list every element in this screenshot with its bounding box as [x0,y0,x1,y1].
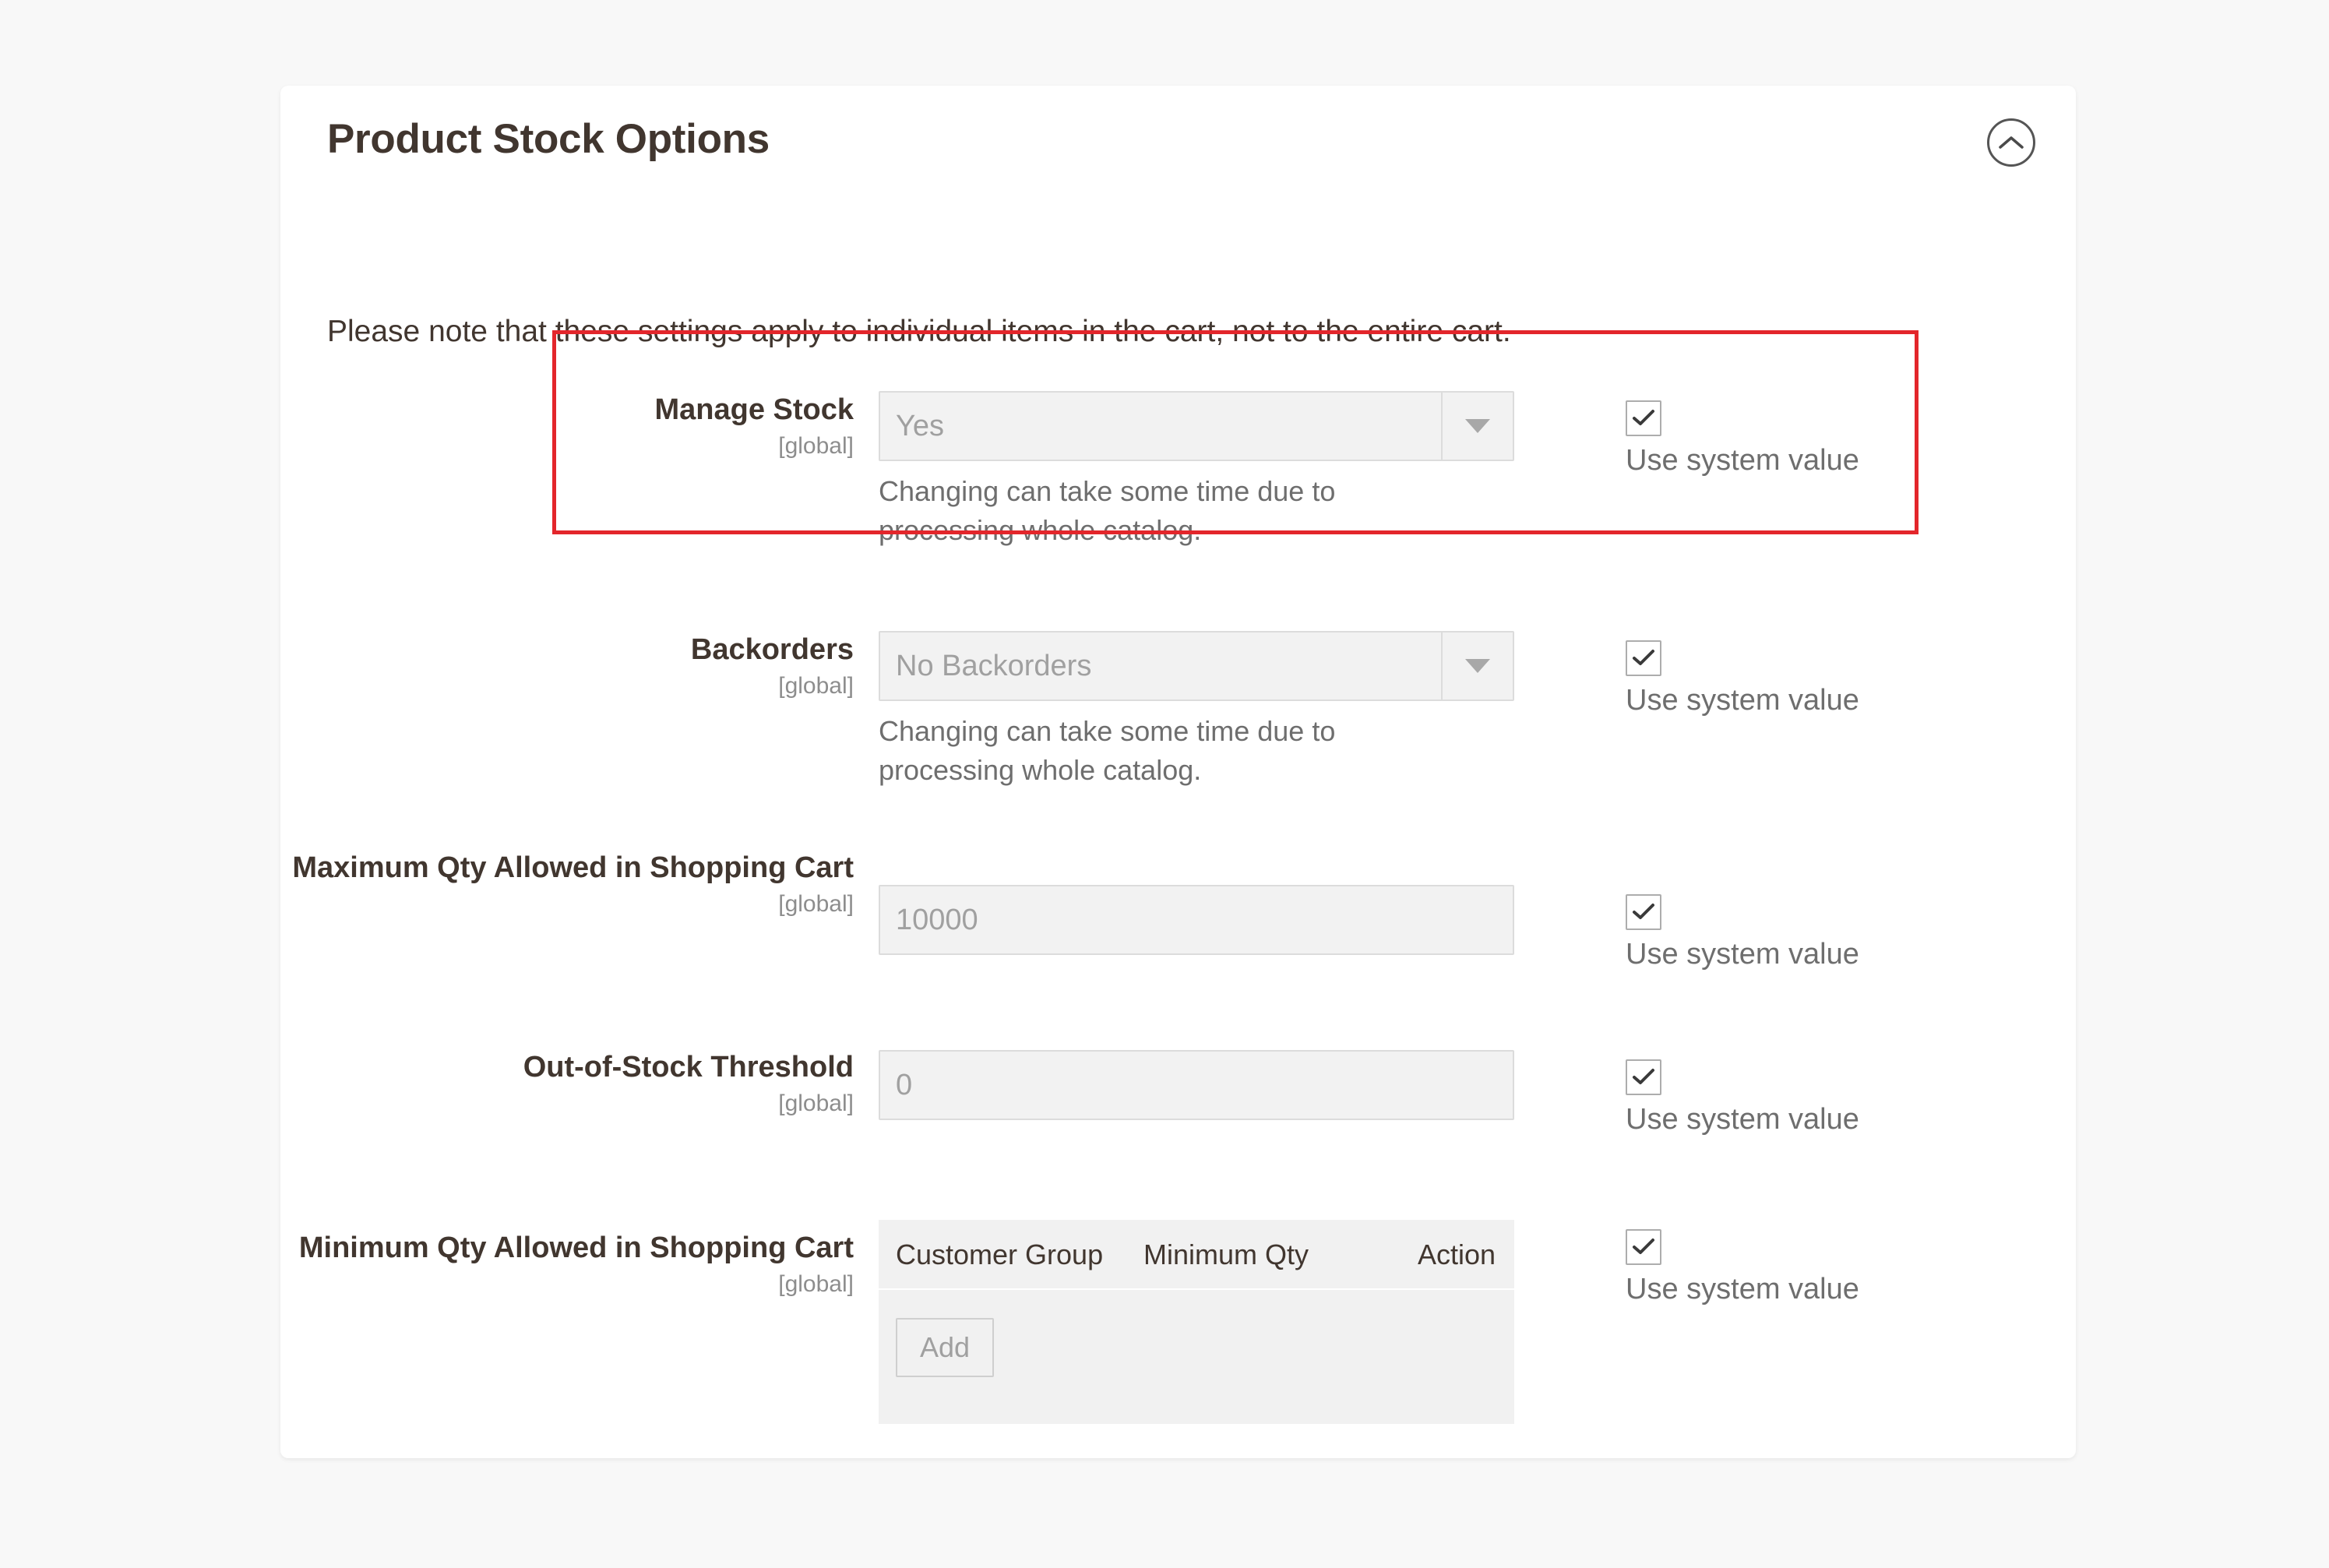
column-header-minimum-qty: Minimum Qty [1143,1239,1309,1270]
out-of-stock-threshold-input[interactable] [879,1050,1514,1120]
manage-stock-select[interactable]: Yes [879,391,1514,461]
use-system-value-label[interactable]: Use system value [1626,938,1953,971]
use-system-value-label[interactable]: Use system value [1626,1103,1953,1136]
chevron-down-icon[interactable] [1441,393,1513,460]
product-stock-options-panel: Product Stock Options Please note that t… [280,86,2076,1458]
intro-note: Please note that these settings apply to… [327,315,1511,348]
checkbox-checked-icon[interactable] [1626,1059,1661,1095]
field-label-text: Backorders [690,633,854,666]
field-label-minimum-qty: Minimum Qty Allowed in Shopping Cart [gl… [280,1229,874,1299]
chevron-up-circle-icon[interactable] [1987,118,2035,167]
backorders-select-value: No Backorders [896,649,1092,682]
field-label-text: Maximum Qty Allowed in Shopping Cart [292,851,854,884]
manage-stock-note: Changing can take some time due to proce… [879,475,1336,546]
field-label-backorders: Backorders [global] [280,631,874,701]
out-of-stock-threshold-system-value: Use system value [1626,1059,1953,1136]
minimum-qty-system-value: Use system value [1626,1229,1953,1306]
maximum-qty-system-value: Use system value [1626,894,1953,971]
field-label-out-of-stock-threshold: Out-of-Stock Threshold [global] [280,1048,874,1119]
use-system-value-label[interactable]: Use system value [1626,444,1953,477]
backorders-select[interactable]: No Backorders [879,631,1514,701]
page-root: Product Stock Options Please note that t… [0,0,2329,1568]
checkbox-checked-icon[interactable] [1626,640,1661,676]
checkbox-checked-icon[interactable] [1626,400,1661,436]
manage-stock-select-value: Yes [896,409,944,442]
chevron-down-icon[interactable] [1441,632,1513,699]
field-scope-text: [global] [778,672,854,699]
field-scope-text: [global] [778,432,854,459]
use-system-value-label[interactable]: Use system value [1626,1273,1953,1306]
page-title: Product Stock Options [327,116,770,162]
field-scope-text: [global] [778,890,854,917]
minimum-qty-table: Customer Group Minimum Qty Action Add [879,1220,1514,1425]
field-scope-text: [global] [778,1270,854,1297]
use-system-value-label[interactable]: Use system value [1626,684,1953,717]
field-control-minimum-qty: Customer Group Minimum Qty Action Add [879,1220,1514,1425]
section-header: Product Stock Options [280,86,2076,201]
field-control-backorders: No Backorders Changing can take some tim… [879,631,1514,789]
field-label-maximum-qty: Maximum Qty Allowed in Shopping Cart [gl… [280,849,874,919]
backorders-note: Changing can take some time due to proce… [879,715,1336,786]
table-body: Add [879,1290,1514,1424]
backorders-system-value: Use system value [1626,640,1953,717]
field-label-manage-stock: Manage Stock [global] [280,391,874,461]
checkbox-checked-icon[interactable] [1626,894,1661,930]
maximum-qty-input[interactable] [879,885,1514,955]
field-control-manage-stock: Yes Changing can take some time due to p… [879,391,1514,549]
column-header-action: Action [1417,1239,1496,1270]
field-label-text: Minimum Qty Allowed in Shopping Cart [298,1231,854,1264]
field-label-text: Out-of-Stock Threshold [523,1051,854,1084]
column-header-customer-group: Customer Group [896,1239,1104,1270]
table-header-row: Customer Group Minimum Qty Action [879,1220,1514,1291]
field-control-maximum-qty [879,885,1514,955]
manage-stock-system-value: Use system value [1626,400,1953,477]
field-control-out-of-stock-threshold [879,1050,1514,1120]
checkbox-checked-icon[interactable] [1626,1229,1661,1265]
field-label-text: Manage Stock [654,393,854,426]
field-scope-text: [global] [778,1090,854,1116]
add-button[interactable]: Add [896,1318,994,1378]
